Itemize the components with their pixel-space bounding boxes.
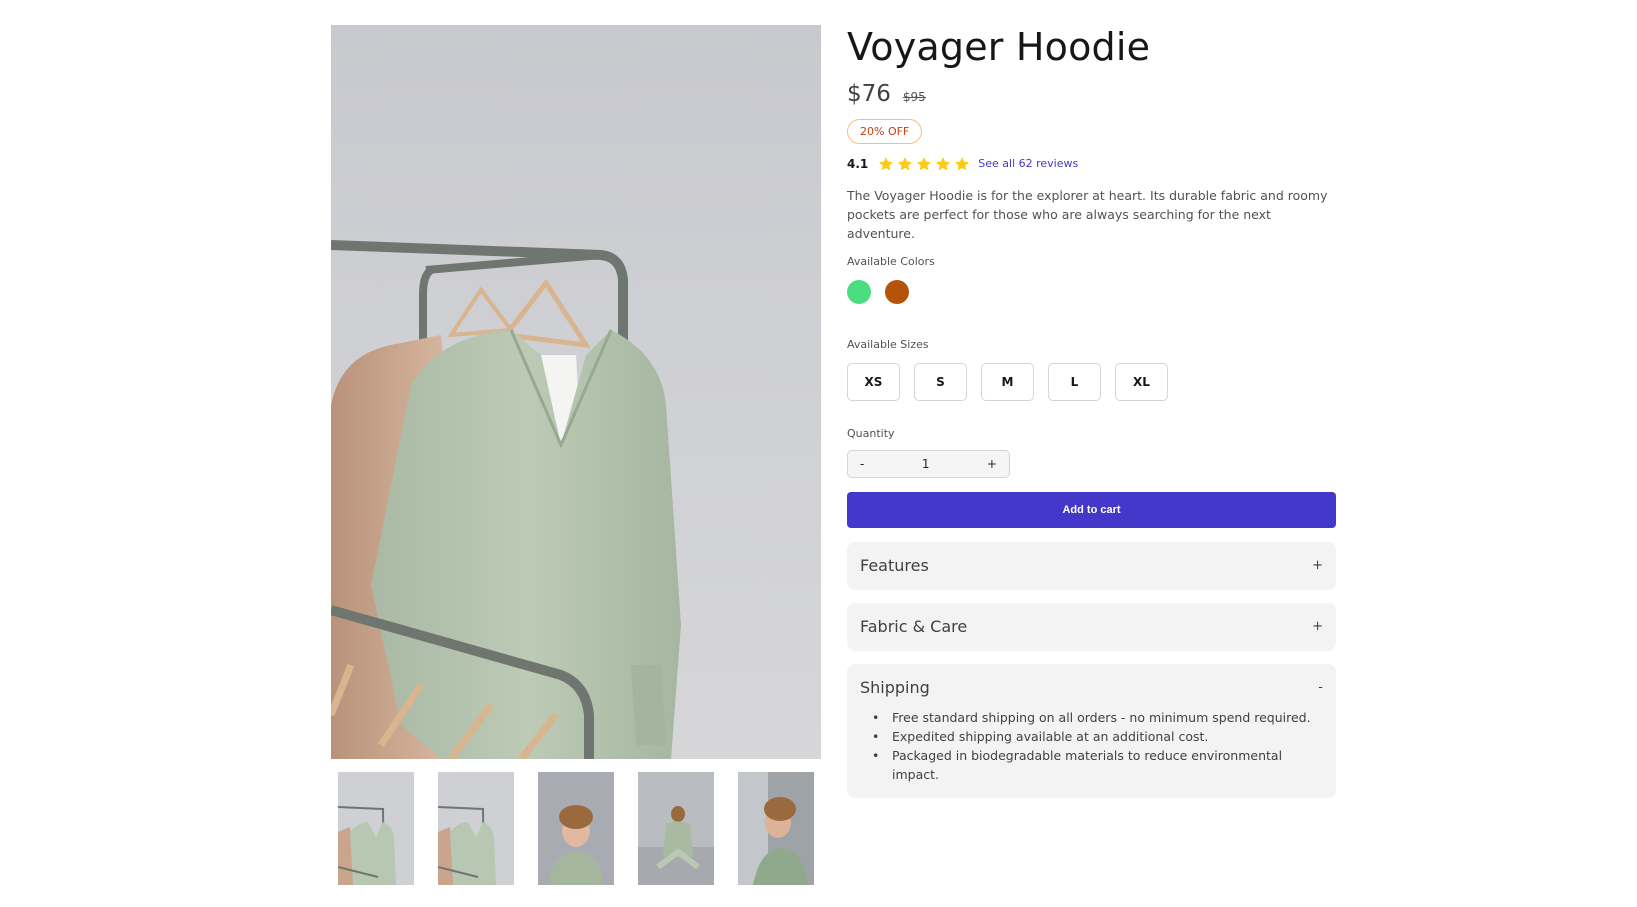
accordion-shipping-header[interactable]: Shipping - xyxy=(860,664,1323,712)
model-profile-thumbnail xyxy=(738,772,814,885)
quantity-label: Quantity xyxy=(847,426,895,440)
original-price: $95 xyxy=(902,89,926,104)
accordion-features: Features + xyxy=(847,541,1336,590)
quantity-decrement-button[interactable]: - xyxy=(860,457,864,471)
color-swatch-green[interactable] xyxy=(847,279,871,304)
sizes-label: Available Sizes xyxy=(847,337,929,351)
hoodie-on-rack-thumbnail xyxy=(438,772,514,885)
discount-badge: 20% OFF xyxy=(847,118,923,144)
accordion-title: Features xyxy=(860,556,929,576)
thumbnail-4[interactable] xyxy=(638,772,714,885)
rating-value: 4.1 xyxy=(847,156,869,171)
product-description: The Voyager Hoodie is for the explorer a… xyxy=(847,187,1328,241)
quantity-increment-button[interactable]: + xyxy=(987,457,997,471)
size-button-xs[interactable]: XS xyxy=(847,362,900,401)
expand-icon: + xyxy=(1312,619,1323,635)
rating-row: 4.1 See all 62 reviews xyxy=(847,156,1336,172)
star-icon xyxy=(955,156,970,170)
colors-label: Available Colors xyxy=(847,254,935,268)
thumbnail-1[interactable] xyxy=(338,772,414,885)
product-title: Voyager Hoodie xyxy=(847,25,1151,69)
expand-icon: + xyxy=(1312,558,1323,574)
color-options xyxy=(847,279,1336,304)
model-sitting-thumbnail xyxy=(638,772,714,885)
star-icon xyxy=(917,156,932,170)
accordion-features-header[interactable]: Features + xyxy=(860,542,1323,590)
see-all-reviews-link[interactable]: See all 62 reviews xyxy=(978,157,1078,170)
accordion-title: Shipping xyxy=(860,678,930,698)
price-row: $76 $95 xyxy=(847,81,1336,107)
current-price: $76 xyxy=(847,80,891,107)
product-info-panel: Voyager Hoodie $76 $95 20% OFF 4.1 See a… xyxy=(847,25,1336,798)
list-item: Packaged in biodegradable materials to r… xyxy=(872,746,1311,784)
size-button-xl[interactable]: XL xyxy=(1115,362,1168,401)
accordion-shipping: Shipping - Free standard shipping on all… xyxy=(847,663,1336,798)
add-to-cart-button[interactable]: Add to cart xyxy=(847,491,1336,528)
accordion-fabric-care: Fabric & Care + xyxy=(847,602,1336,651)
hoodie-on-rack-thumbnail xyxy=(338,772,414,885)
list-item: Free standard shipping on all orders - n… xyxy=(872,708,1311,727)
star-icon xyxy=(898,156,913,170)
list-item: Expedited shipping available at an addit… xyxy=(872,727,1311,746)
color-swatch-rust[interactable] xyxy=(885,279,909,304)
size-button-l[interactable]: L xyxy=(1048,362,1101,401)
star-icon xyxy=(879,156,894,170)
star-rating xyxy=(878,156,970,172)
product-main-image xyxy=(331,25,821,759)
thumbnail-2[interactable] xyxy=(438,772,514,885)
accordion-fabric-care-header[interactable]: Fabric & Care + xyxy=(860,603,1323,651)
collapse-icon: - xyxy=(1318,680,1323,696)
size-button-m[interactable]: M xyxy=(981,362,1034,401)
thumbnail-3[interactable] xyxy=(538,772,614,885)
thumbnail-strip xyxy=(331,772,821,885)
thumbnail-5[interactable] xyxy=(738,772,814,885)
star-icon xyxy=(936,156,951,170)
quantity-stepper: - 1 + xyxy=(847,449,1010,478)
hoodie-on-rack-image xyxy=(331,240,681,759)
size-button-s[interactable]: S xyxy=(914,362,967,401)
accordion-title: Fabric & Care xyxy=(860,617,968,637)
shipping-details-list: Free standard shipping on all orders - n… xyxy=(860,708,1323,798)
model-portrait-thumbnail xyxy=(538,772,614,885)
size-options: XS S M L XL xyxy=(847,362,1336,401)
quantity-input[interactable]: 1 xyxy=(922,457,930,471)
